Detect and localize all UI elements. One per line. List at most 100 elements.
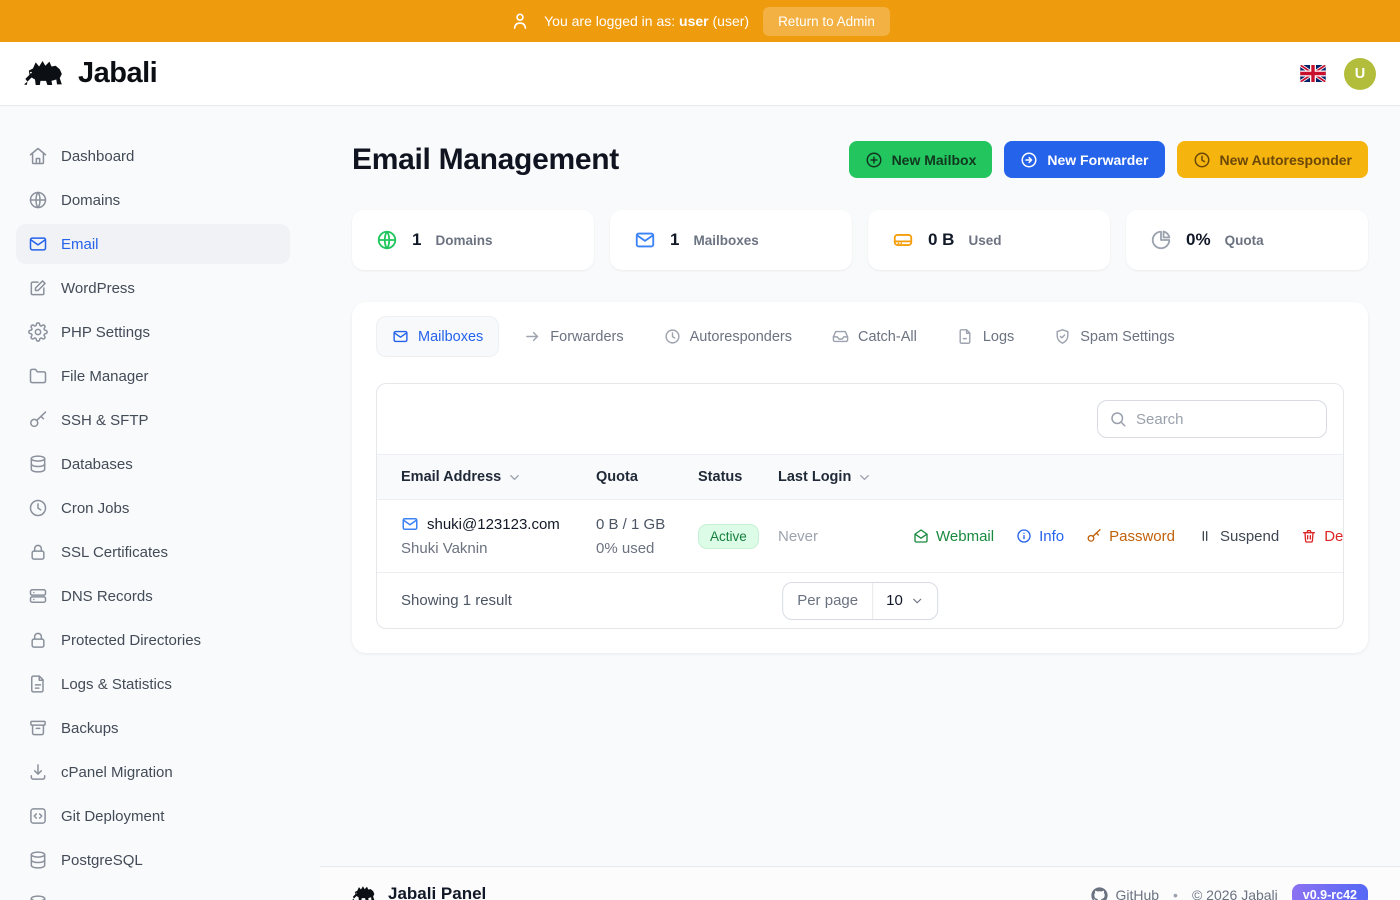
per-page-select[interactable]: 10 — [873, 583, 937, 619]
clock-icon — [664, 328, 681, 345]
chevron-down-icon — [857, 470, 872, 485]
sidebar-item-ssh-sftp[interactable]: SSH & SFTP — [16, 400, 290, 440]
sidebar-item-label: Protected Directories — [61, 631, 202, 649]
new-mailbox-button[interactable]: New Mailbox — [848, 141, 993, 178]
delete-button[interactable]: Delete — [1301, 527, 1344, 545]
tab-mailboxes[interactable]: Mailboxes — [376, 316, 500, 357]
sidebar: Dashboard Domains Email WordPress PHP Se… — [0, 106, 320, 900]
sidebar-item-domains[interactable]: Domains — [16, 180, 290, 220]
avatar[interactable]: U — [1344, 57, 1376, 90]
sidebar-item-wordpress[interactable]: WordPress — [16, 268, 290, 308]
quota-value: 0 B / 1 GB — [596, 515, 666, 533]
clock-icon — [28, 498, 48, 518]
column-label: Quota — [596, 469, 638, 485]
sidebar-item-databases[interactable]: Databases — [16, 444, 290, 484]
per-page-value: 10 — [886, 592, 903, 609]
tab-spam-settings[interactable]: Spam Settings — [1039, 317, 1189, 356]
table-footer: Showing 1 result Per page 10 — [377, 572, 1343, 628]
sidebar-item-label: Backups — [61, 719, 119, 737]
lock-icon — [28, 630, 48, 650]
sidebar-item-backups[interactable]: Backups — [16, 708, 290, 748]
boar-logo-icon — [352, 884, 378, 900]
sidebar-item-partial[interactable] — [16, 884, 290, 900]
stat-card-mailboxes: 1 Mailboxes — [610, 210, 852, 270]
column-last-login[interactable]: Last Login — [778, 469, 913, 485]
delete-label: Delete — [1324, 527, 1344, 545]
sidebar-item-dns-records[interactable]: DNS Records — [16, 576, 290, 616]
sidebar-item-logs-statistics[interactable]: Logs & Statistics — [16, 664, 290, 704]
chevron-down-icon — [507, 470, 522, 485]
email-address[interactable]: shuki@123123.com — [427, 516, 560, 533]
sidebar-item-label: Domains — [61, 191, 121, 209]
database-icon — [28, 850, 48, 870]
impersonation-role: (user) — [712, 13, 750, 29]
sidebar-item-label: Email — [61, 235, 99, 253]
sidebar-item-ssl-certificates[interactable]: SSL Certificates — [16, 532, 290, 572]
sidebar-item-label: PostgreSQL — [61, 851, 143, 869]
sidebar-item-postgresql[interactable]: PostgreSQL — [16, 840, 290, 880]
mailbox-owner-name: Shuki Vaknin — [401, 540, 488, 557]
code-icon — [28, 806, 48, 826]
sidebar-item-label: WordPress — [61, 279, 135, 297]
hard-drive-icon — [892, 229, 914, 251]
stat-card-domains: 1 Domains — [352, 210, 594, 270]
sidebar-item-email[interactable]: Email — [16, 224, 290, 264]
sidebar-item-protected-directories[interactable]: Protected Directories — [16, 620, 290, 660]
stat-label: Quota — [1224, 232, 1264, 248]
stat-value: 1 — [670, 230, 680, 249]
column-label: Status — [698, 469, 743, 485]
password-button[interactable]: Password — [1086, 528, 1175, 545]
new-autoresponder-button[interactable]: New Autoresponder — [1176, 141, 1368, 178]
sidebar-item-php-settings[interactable]: PHP Settings — [16, 312, 290, 352]
folder-icon — [28, 366, 48, 386]
main-content: Email Management New Mailbox New Forward… — [320, 106, 1400, 900]
stat-value: 0% — [1186, 230, 1211, 249]
mail-icon — [401, 515, 419, 533]
stat-value: 1 — [412, 230, 422, 249]
app-window: You are logged in as: user (user) Return… — [0, 0, 1400, 900]
sidebar-item-cron-jobs[interactable]: Cron Jobs — [16, 488, 290, 528]
brand[interactable]: Jabali — [24, 57, 158, 91]
shield-check-icon — [1054, 328, 1071, 345]
trash-icon — [1301, 528, 1317, 544]
sidebar-item-git-deployment[interactable]: Git Deployment — [16, 796, 290, 836]
new-forwarder-button[interactable]: New Forwarder — [1004, 141, 1165, 178]
webmail-button[interactable]: Webmail — [913, 528, 994, 545]
tab-catch-all[interactable]: Catch-All — [817, 317, 932, 356]
footer-brand-name: Jabali Panel — [388, 884, 487, 900]
github-icon — [1091, 886, 1109, 900]
archive-icon — [28, 718, 48, 738]
sidebar-item-label: Cron Jobs — [61, 499, 130, 517]
edit-icon — [28, 278, 48, 298]
stat-card-quota: 0% Quota — [1126, 210, 1368, 270]
version-badge[interactable]: v0.9-rc42 — [1291, 884, 1368, 900]
return-to-admin-button[interactable]: Return to Admin — [763, 6, 890, 36]
mail-open-icon — [913, 528, 929, 544]
tab-autoresponders[interactable]: Autoresponders — [649, 317, 807, 356]
page-footer: Jabali Panel GitHub • © 2026 Jabali v0.9… — [320, 866, 1400, 900]
cell-status: Active — [698, 523, 778, 549]
sidebar-item-label: cPanel Migration — [61, 763, 173, 781]
info-button[interactable]: Info — [1016, 528, 1064, 545]
language-flag-icon[interactable] — [1300, 65, 1326, 82]
tab-logs[interactable]: Logs — [942, 317, 1029, 356]
pie-chart-icon — [1150, 229, 1172, 251]
sidebar-item-cpanel-migration[interactable]: cPanel Migration — [16, 752, 290, 792]
tab-forwarders[interactable]: Forwarders — [509, 317, 638, 356]
tab-label: Spam Settings — [1080, 328, 1175, 345]
sidebar-item-file-manager[interactable]: File Manager — [16, 356, 290, 396]
sidebar-item-dashboard[interactable]: Dashboard — [16, 136, 290, 176]
stats-row: 1 Domains 1 Mailboxes 0 B Used 0% Quota — [352, 210, 1368, 270]
github-link[interactable]: GitHub — [1091, 886, 1159, 900]
sidebar-item-label: PHP Settings — [61, 323, 150, 341]
column-email-address[interactable]: Email Address — [401, 469, 596, 485]
page-title: Email Management — [352, 142, 619, 176]
suspend-button[interactable]: Suspend — [1197, 528, 1279, 545]
sidebar-item-label: SSL Certificates — [61, 543, 168, 561]
impersonation-username: user — [679, 13, 709, 29]
home-icon — [28, 146, 48, 166]
info-icon — [1016, 528, 1032, 544]
sidebar-item-label: Git Deployment — [61, 807, 165, 825]
search-input[interactable] — [1097, 400, 1327, 438]
key-icon — [1086, 528, 1102, 544]
